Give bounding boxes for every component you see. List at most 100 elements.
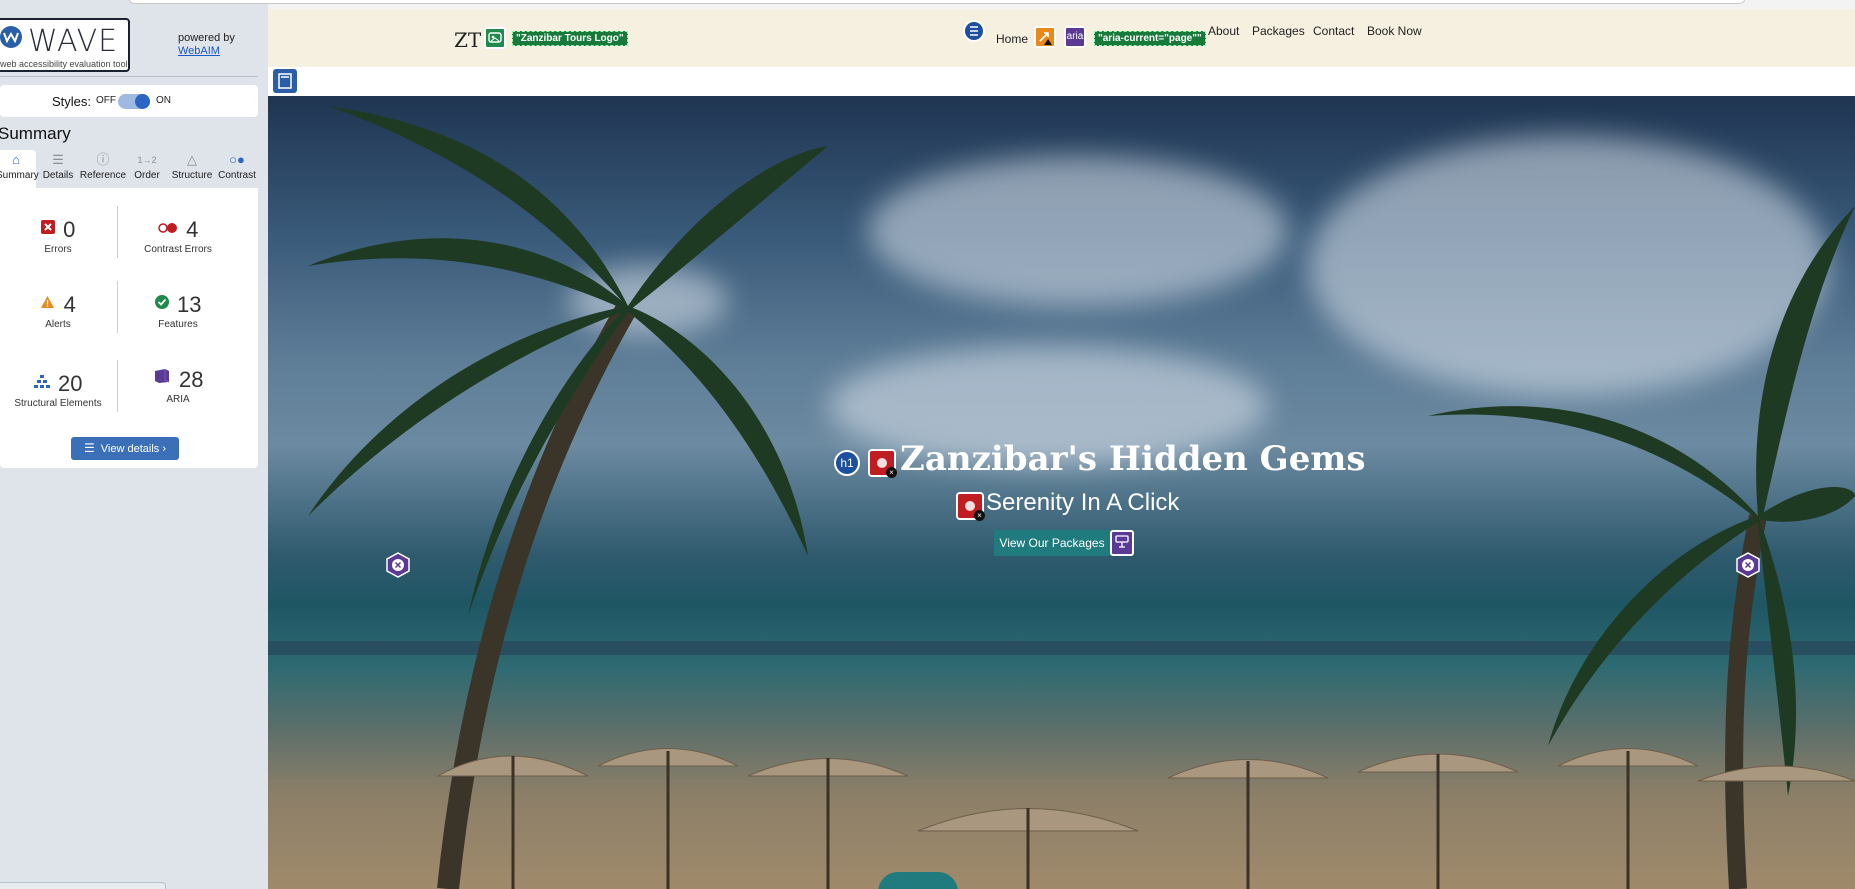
tab-reference-label: Reference: [79, 170, 127, 181]
contrast-errors-stat[interactable]: 4 Contrast Errors: [120, 216, 236, 255]
structure-icon: [33, 370, 50, 398]
wave-logo-word: WAVE: [28, 24, 119, 59]
webaim-link[interactable]: WebAIM: [178, 45, 220, 57]
powered-by: powered by WebAIM: [178, 32, 235, 58]
screen: WAVE web accessibility evaluation tool p…: [0, 0, 1855, 889]
aria-icon: [153, 366, 171, 394]
contrast-errors-label: Contrast Errors: [144, 244, 212, 255]
tab-order-label: Order: [134, 170, 160, 181]
alerts-count: 4: [63, 292, 76, 317]
structural-count: 20: [57, 371, 83, 396]
structural-stat[interactable]: 20 Structural Elements: [0, 370, 116, 409]
view-details-button[interactable]: ☰ View details ›: [71, 437, 179, 460]
styles-on-label: ON: [156, 95, 171, 106]
wave-logo-icon: [0, 26, 22, 48]
aria-current-tag: "aria-current="page"": [1094, 31, 1206, 46]
summary-panel: 0 Errors 4 Contrast Errors 4 Alerts 13 F…: [0, 188, 258, 468]
browser-top-scroll: [128, 0, 1855, 9]
beach-umbrellas: [436, 748, 1855, 889]
cloud: [868, 156, 1288, 306]
divider: [117, 281, 118, 333]
wave-tabs: ⌂ Summary ☰ Details ⓘ Reference 1→2 Orde…: [0, 150, 258, 188]
hero-title: Zanzibar's Hidden Gems: [900, 439, 1366, 479]
errors-count: 0: [63, 217, 76, 242]
divider: [117, 360, 118, 412]
hero-banner: h1 × Zanzibar's Hidden Gems × Serenity I…: [268, 96, 1855, 889]
carousel-prev-button[interactable]: [386, 552, 410, 578]
tab-details[interactable]: ☰ Details: [40, 150, 76, 188]
list-structure-icon[interactable]: [963, 20, 985, 42]
aria-count: 28: [178, 367, 204, 392]
tab-structure[interactable]: △ Structure: [168, 150, 216, 188]
errors-stat[interactable]: 0 Errors: [0, 216, 116, 255]
structural-label: Structural Elements: [14, 398, 102, 409]
sidebar-footer-tab: [0, 882, 166, 889]
nav-book-now[interactable]: Book Now: [1367, 24, 1422, 38]
tab-details-label: Details: [42, 170, 74, 181]
styles-toggle[interactable]: [118, 94, 150, 109]
structure-icon: △: [187, 152, 197, 167]
alt-text-tag: "Zanzibar Tours Logo": [512, 31, 628, 46]
view-packages-button[interactable]: View Our Packages: [994, 530, 1110, 556]
aria-label: ARIA: [166, 394, 190, 405]
carousel-next-button[interactable]: [1736, 552, 1760, 578]
site-logo[interactable]: ZT: [454, 28, 481, 52]
alt-text-icon[interactable]: [484, 27, 506, 49]
features-stat[interactable]: 13 Features: [120, 291, 236, 330]
scroll-pill: [128, 0, 1746, 4]
tab-reference[interactable]: ⓘ Reference: [78, 150, 128, 188]
tab-summary[interactable]: ⌂ Summary: [0, 150, 39, 188]
contrast-icon: ○●: [229, 152, 245, 167]
contrast-error-icon[interactable]: ×: [868, 449, 897, 478]
tab-order[interactable]: 1→2 Order: [130, 150, 164, 188]
tab-contrast-label: Contrast: [218, 170, 256, 181]
nav-home[interactable]: Home: [996, 32, 1028, 46]
styles-off-label: OFF: [96, 95, 116, 106]
feature-icon: [154, 291, 169, 319]
close-icon: ×: [886, 467, 897, 478]
styles-toggle-box: Styles: OFF ON: [0, 85, 258, 117]
features-count: 13: [176, 292, 202, 317]
error-icon: [40, 216, 55, 244]
tab-summary-label: Summary: [0, 170, 39, 181]
home-icon: ⌂: [12, 152, 20, 167]
list-icon: ☰: [84, 441, 95, 455]
order-icon: 1→2: [137, 155, 157, 165]
alert-redundant-link-icon[interactable]: [1034, 26, 1056, 48]
divider: [0, 76, 258, 77]
aria-badge[interactable]: aria: [1064, 26, 1086, 48]
toggle-knob: [135, 94, 150, 109]
contrast-errors-count: 4: [186, 217, 199, 242]
info-icon: ⓘ: [96, 152, 110, 167]
powered-by-label: powered by: [178, 32, 235, 44]
view-details-label: View details ›: [100, 443, 166, 455]
nav-packages[interactable]: Packages: [1252, 24, 1305, 38]
wave-logo[interactable]: WAVE web accessibility evaluation tool: [0, 18, 130, 72]
summary-heading: Summary: [0, 124, 71, 143]
contrast-error-icon: [157, 216, 178, 244]
styles-label: Styles:: [52, 94, 92, 109]
alerts-stat[interactable]: 4 Alerts: [0, 291, 116, 330]
wave-tagline: web accessibility evaluation tool: [0, 59, 128, 69]
alerts-label: Alerts: [45, 319, 71, 330]
hero-subtitle: Serenity In A Click: [986, 489, 1180, 516]
wave-sidebar: WAVE web accessibility evaluation tool p…: [0, 0, 268, 889]
sub-header-bar: [268, 67, 1855, 96]
list-icon: ☰: [52, 152, 64, 167]
close-icon: ×: [974, 510, 985, 521]
aria-stat[interactable]: 28 ARIA: [120, 366, 236, 405]
aria-button-icon[interactable]: [1110, 530, 1134, 556]
h1-icon[interactable]: h1: [834, 450, 860, 476]
contrast-error-icon[interactable]: ×: [956, 492, 985, 521]
nav-contact[interactable]: Contact: [1313, 24, 1354, 38]
tab-structure-label: Structure: [171, 170, 213, 181]
errors-label: Errors: [44, 244, 72, 255]
nav-about[interactable]: About: [1208, 24, 1239, 38]
skip-link-icon[interactable]: [878, 872, 958, 889]
document-language-icon[interactable]: [273, 69, 297, 93]
features-label: Features: [158, 319, 198, 330]
alert-icon: [40, 291, 55, 319]
divider: [117, 206, 118, 258]
tab-contrast[interactable]: ○● Contrast: [216, 150, 258, 188]
site-header: ZT "Zanzibar Tours Logo" Home aria "aria…: [268, 9, 1855, 67]
